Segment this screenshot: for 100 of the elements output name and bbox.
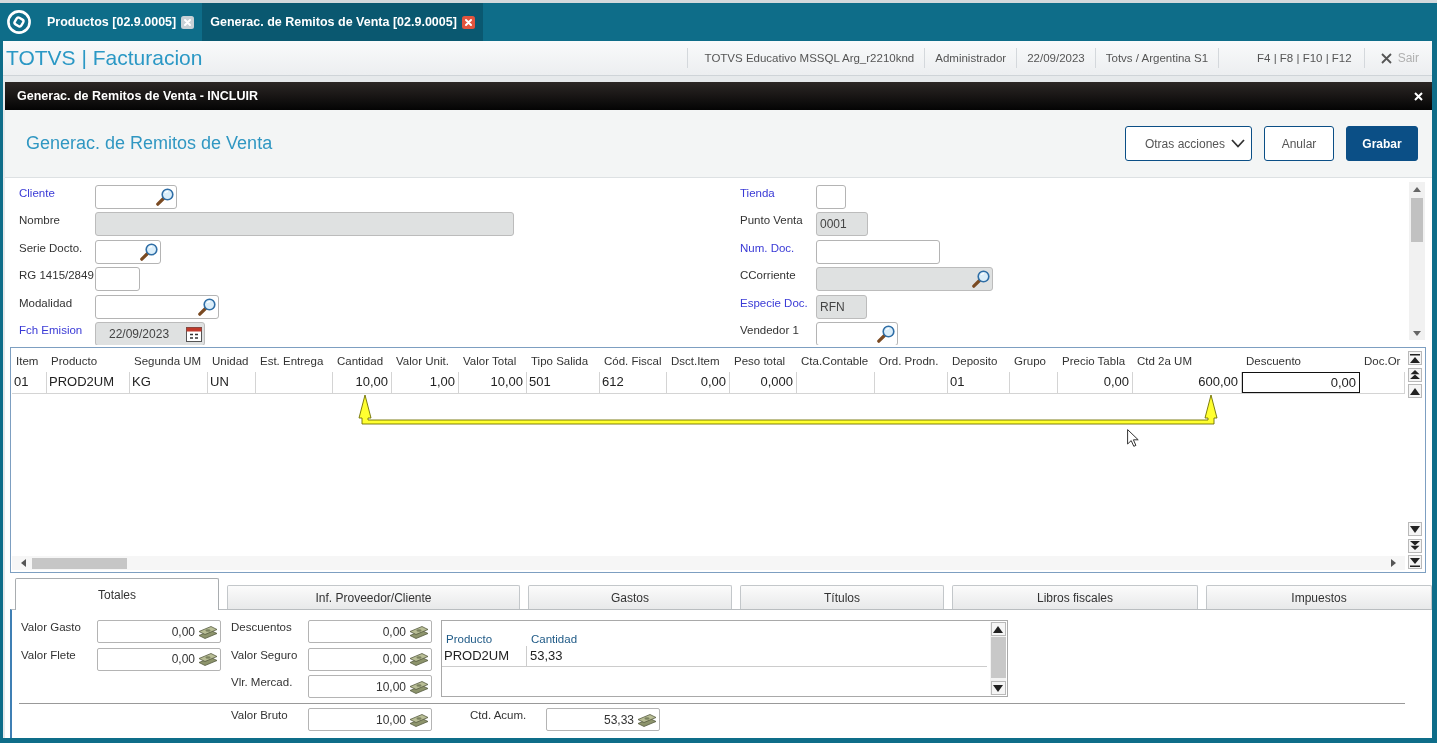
scroll-down-button[interactable] xyxy=(1408,522,1422,536)
page-down-button[interactable] xyxy=(1408,538,1422,553)
scrollbar-thumb[interactable] xyxy=(1411,198,1423,242)
info-text: Administrador xyxy=(924,48,1017,68)
save-button[interactable]: Grabar xyxy=(1346,126,1418,161)
close-icon[interactable] xyxy=(461,15,475,29)
tab[interactable]: Títulos xyxy=(740,585,944,609)
right-triangle-icon xyxy=(1390,559,1396,567)
column-header: Valor Total xyxy=(462,355,518,369)
amount-field[interactable]: 0,00 xyxy=(97,620,221,643)
search-icon[interactable] xyxy=(877,324,895,343)
scroll-bottom-button[interactable] xyxy=(1408,555,1422,569)
column-header: Ord. Prodn. xyxy=(878,355,940,369)
amount-field[interactable]: 10,00 xyxy=(308,708,432,731)
scroll-top-button[interactable] xyxy=(1408,351,1422,365)
table-cell: PROD2UM xyxy=(47,372,130,393)
scroll-down-button[interactable] xyxy=(990,681,1006,695)
tab[interactable]: Totales xyxy=(15,578,219,610)
tab[interactable]: Libros fiscales xyxy=(952,585,1198,609)
field-label: Num. Doc. xyxy=(740,240,796,255)
table-cell-text: 53,33 xyxy=(529,647,563,665)
amount-field[interactable]: 53,33 xyxy=(546,708,660,731)
column-header: Unidad xyxy=(211,355,250,369)
cash-icon xyxy=(409,624,429,639)
table-cell: 1,00 xyxy=(392,372,459,393)
column-header: Deposito xyxy=(951,355,999,369)
cancel-button[interactable]: Anular xyxy=(1264,126,1334,161)
lookup-field[interactable] xyxy=(95,185,177,209)
scrollbar[interactable] xyxy=(1409,182,1425,340)
field-label: Punto Venta xyxy=(740,213,804,228)
table-cell: 01 xyxy=(948,372,1010,393)
column-header: Doc.Or xyxy=(1363,355,1402,369)
input-field[interactable] xyxy=(816,185,846,209)
search-icon[interactable] xyxy=(198,297,216,316)
left-triangle-icon xyxy=(20,559,26,567)
table-cell: 0,00 xyxy=(667,372,730,393)
scrollbar-thumb[interactable] xyxy=(990,637,1006,678)
input-field[interactable] xyxy=(816,239,940,264)
chevron-down-icon xyxy=(1231,139,1245,148)
close-button[interactable] xyxy=(1412,89,1425,103)
column-header: Valor Unit. xyxy=(395,355,450,369)
search-icon[interactable] xyxy=(140,242,158,261)
column-header: Producto xyxy=(50,355,99,369)
column-header: Descuento xyxy=(1245,355,1302,369)
tab[interactable]: Generac. de Remitos de Venta [02.9.0005] xyxy=(202,3,483,41)
column-header: Grupo xyxy=(1013,355,1047,369)
down-triangle-icon xyxy=(993,684,1003,692)
field-label: Serie Docto. xyxy=(19,240,84,255)
cash-icon xyxy=(409,712,429,727)
table-row[interactable]: 01 PROD2UM KG UN 10,00 1,00 10,00 501 612 0,00 0,000 01 0,00 600,00 0,00 xyxy=(12,372,1405,394)
scrollbar-thumb[interactable] xyxy=(32,557,127,569)
down-triangle-icon xyxy=(1413,330,1421,336)
tab[interactable]: Impuestos xyxy=(1206,585,1432,609)
cash-icon xyxy=(198,624,218,639)
info-text: Totvs / Argentina S1 xyxy=(1094,48,1219,68)
scroll-up-button[interactable] xyxy=(990,622,1006,636)
logo-icon xyxy=(7,10,31,34)
field-label: Especie Doc. xyxy=(740,295,809,310)
down-triangle-icon xyxy=(1410,525,1420,533)
table-cell: 600,00 xyxy=(1133,372,1242,393)
up-triangle-icon xyxy=(1413,186,1421,192)
info-text: TOTVS Educativo MSSQL Arg_r2210knd xyxy=(686,48,925,68)
field-label: Vlr. Mercad. xyxy=(231,675,294,689)
tab[interactable]: Gastos xyxy=(528,585,732,609)
app-title: TOTVS | Facturacion xyxy=(5,46,203,70)
close-icon[interactable] xyxy=(181,15,195,29)
amount-field[interactable]: 0,00 xyxy=(308,620,432,643)
lookup-field[interactable] xyxy=(816,321,898,345)
table-cell: KG xyxy=(130,372,208,393)
close-icon xyxy=(1414,91,1423,101)
lookup-field[interactable] xyxy=(95,294,219,319)
table-cell: PROD2UM xyxy=(442,646,527,666)
field-label: Valor Seguro xyxy=(231,647,299,662)
input-field[interactable] xyxy=(95,267,140,292)
column-header: Peso total xyxy=(733,355,787,369)
amount-field[interactable]: 0,00 xyxy=(308,647,432,671)
scroll-up-button[interactable] xyxy=(1408,384,1422,398)
info-text: 22/09/2023 xyxy=(1016,48,1095,68)
field-label: Fch Emision xyxy=(19,322,84,337)
amount-field[interactable]: 0,00 xyxy=(97,647,221,671)
column-header: Tipo Salida xyxy=(530,355,590,369)
table-cell: 0,00 xyxy=(1242,372,1360,393)
tab[interactable]: Inf. Proveedor/Cliente xyxy=(227,585,520,609)
page-up-button[interactable] xyxy=(1408,367,1422,382)
amount-field[interactable]: 10,00 xyxy=(308,675,432,698)
tab[interactable]: Productos [02.9.0005] xyxy=(39,3,203,41)
lookup-field[interactable] xyxy=(95,239,161,264)
field-label: Valor Flete xyxy=(21,647,77,662)
column-header: Cód. Fiscal xyxy=(603,355,663,369)
field-label: Tienda xyxy=(740,186,776,200)
field-label: Ctd. Acum. xyxy=(470,708,528,722)
search-icon[interactable] xyxy=(156,188,174,206)
table-cell: 10,00 xyxy=(459,372,527,393)
field-label: Vendedor 1 xyxy=(740,322,800,337)
menu-button[interactable]: Otras acciones xyxy=(1125,126,1252,161)
table-cell: UN xyxy=(208,372,256,393)
scrollbar[interactable] xyxy=(990,622,1006,695)
horizontal-scrollbar[interactable] xyxy=(12,556,1405,570)
cash-icon xyxy=(198,652,218,666)
up-triangle-icon xyxy=(1410,387,1420,395)
